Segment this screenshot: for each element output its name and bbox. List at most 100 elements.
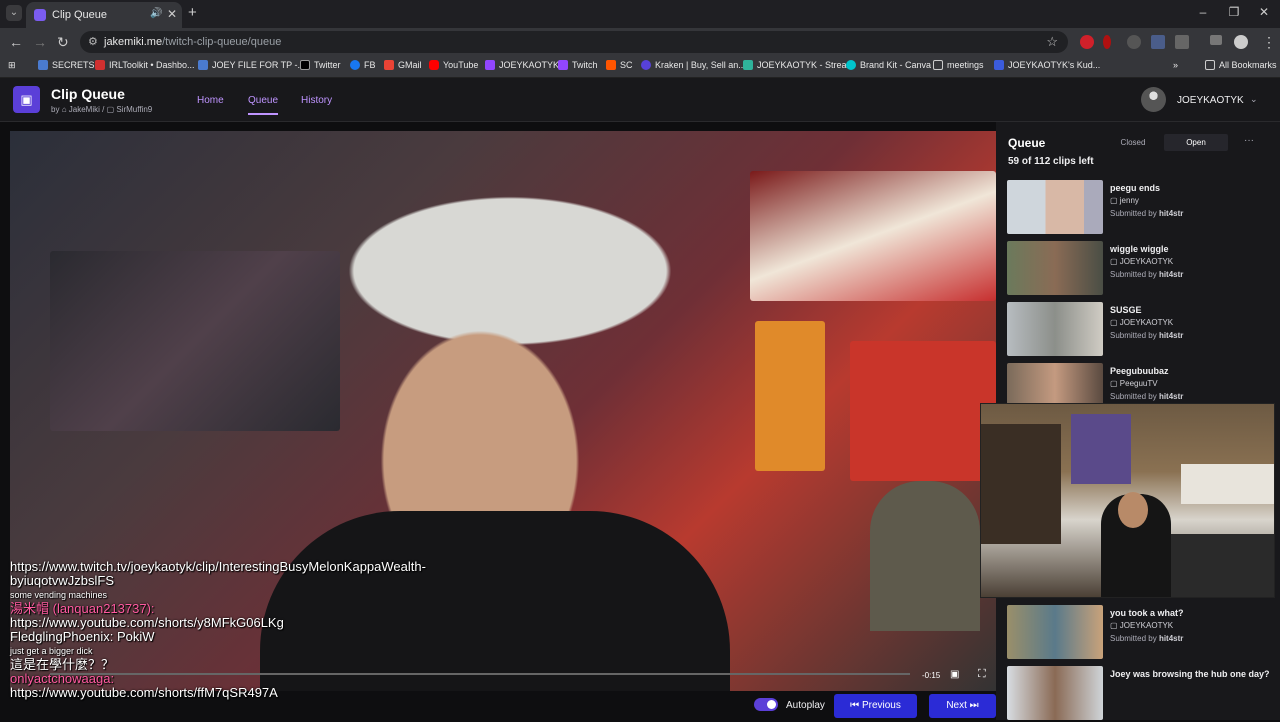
- bookmark-brand-kit[interactable]: Brand Kit - Canva: [846, 60, 931, 70]
- address-bar[interactable]: ⚙ jakemiki.me/twitch-clip-queue/queue ☆: [80, 31, 1068, 53]
- bookmark-kraken[interactable]: Kraken | Buy, Sell an...: [641, 60, 746, 70]
- extension-badge-icon[interactable]: [1151, 35, 1165, 49]
- extension-paw-icon[interactable]: [1127, 35, 1141, 49]
- next-label: Next: [946, 700, 967, 711]
- browser-menu-icon[interactable]: ⋮: [1262, 34, 1276, 51]
- bookmark-youtube[interactable]: YouTube: [429, 60, 478, 70]
- webcam-desk: [1161, 534, 1274, 597]
- chat-line: some vending machines: [10, 590, 108, 600]
- apps-grid-icon[interactable]: ⊞: [8, 60, 16, 71]
- autoplay-label: Autoplay: [786, 700, 825, 711]
- bookmark-kudos[interactable]: JOEYKAOTYK's Kud...: [994, 60, 1100, 70]
- user-name[interactable]: JOEYKAOTYK: [1177, 95, 1244, 106]
- extension-red-icon[interactable]: [1080, 35, 1094, 49]
- bookmark-secrets[interactable]: SECRETS: [38, 60, 95, 70]
- bookmark-star-icon[interactable]: ☆: [1046, 34, 1058, 50]
- webcam-bookshelf: [981, 424, 1061, 544]
- bookmark-gmail[interactable]: GMail: [384, 60, 422, 70]
- bookmark-fb[interactable]: FB: [350, 60, 376, 70]
- tab-search-icon[interactable]: ⌄: [6, 5, 22, 21]
- tv-logo-icon[interactable]: ▣: [13, 86, 40, 113]
- app-credits: by ⌂ JakeMiki / ▢ SirMuffin9: [51, 105, 153, 114]
- toggle-knob: [767, 700, 776, 709]
- queue-closed-toggle[interactable]: Closed: [1102, 134, 1164, 151]
- site-info-icon[interactable]: ⚙: [88, 35, 98, 48]
- clip-title: you took a what?: [1110, 608, 1184, 618]
- bookmark-meetings[interactable]: meetings: [933, 60, 984, 70]
- bookmarks-bar: ⊞ SECRETS IRLToolkit • Dashbo... JOEY FI…: [0, 56, 1280, 78]
- minimize-icon[interactable]: –: [1193, 5, 1213, 19]
- player-controls: -0:15 ▣ ⛶: [10, 665, 996, 691]
- webcam-person-head: [1118, 492, 1148, 528]
- chevron-down-icon[interactable]: ⌄: [1250, 94, 1258, 105]
- more-bookmarks-icon[interactable]: »: [1173, 60, 1178, 70]
- previous-label: Previous: [861, 700, 901, 711]
- profile-avatar-icon[interactable]: [1234, 35, 1248, 49]
- canva-icon: [846, 60, 856, 70]
- clip-submitter: Submitted by hit4str: [1110, 270, 1184, 279]
- previous-icon: ⏮: [850, 700, 860, 711]
- queue-clip[interactable]: SUSGE ▢ JOEYKAOTYK Submitted by hit4str: [1007, 302, 1267, 358]
- clip-submitter: Submitted by hit4str: [1110, 209, 1184, 218]
- window-close-icon[interactable]: ✕: [1254, 5, 1274, 19]
- irltoolkit-icon: [95, 60, 105, 70]
- author-link-sirmuffin9[interactable]: SirMuffin9: [116, 105, 152, 114]
- speaker-icon[interactable]: 🔊: [150, 8, 162, 19]
- time-remaining: -0:15: [922, 671, 941, 680]
- channel-icon: ▢: [1110, 196, 1120, 205]
- autoplay-toggle[interactable]: [754, 698, 778, 711]
- queue-clip[interactable]: peegu ends ▢ jenny Submitted by hit4str: [1007, 180, 1267, 236]
- extensions-puzzle-icon[interactable]: [1175, 35, 1189, 49]
- close-tab-icon[interactable]: ✕: [167, 7, 177, 21]
- clips-left-count: 59 of 112 clips left: [1008, 156, 1094, 167]
- queue-clip[interactable]: Joey was browsing the hub one day?: [1007, 666, 1270, 722]
- queue-clip[interactable]: wiggle wiggle ▢ JOEYKAOTYK Submitted by …: [1007, 241, 1267, 297]
- bookmark-twitch[interactable]: Twitch: [558, 60, 598, 70]
- previous-button[interactable]: ⏮ Previous: [834, 694, 917, 718]
- soundcloud-icon: [606, 60, 616, 70]
- nav-queue[interactable]: Queue: [248, 95, 279, 115]
- nav-history[interactable]: History: [301, 95, 332, 106]
- clip-submitter: Submitted by hit4str: [1110, 634, 1184, 643]
- chat-icon: ▢: [106, 105, 115, 114]
- next-button[interactable]: Next ⏭: [929, 694, 996, 718]
- queue-title: Queue: [1008, 136, 1046, 150]
- reload-icon[interactable]: ↻: [57, 34, 69, 51]
- queue-clip[interactable]: you took a what? ▢ JOEYKAOTYK Submitted …: [1007, 605, 1267, 661]
- fullscreen-icon[interactable]: ⛶: [978, 668, 986, 681]
- doc-icon: [198, 60, 208, 70]
- bookmark-joeykaotyk-stream[interactable]: JOEYKAOTYK - Strea...: [743, 60, 854, 70]
- clip-channel: ▢ JOEYKAOTYK: [1110, 621, 1174, 630]
- new-tab-icon[interactable]: +: [188, 4, 197, 21]
- bookmark-sc[interactable]: SC: [606, 60, 633, 70]
- bookmark-joeykaotyk[interactable]: JOEYKAOTYK: [485, 60, 559, 70]
- video-yellow-banner: [755, 321, 825, 471]
- seek-bar[interactable]: [50, 673, 910, 675]
- folder-icon: [933, 60, 943, 70]
- folder-icon: [1205, 60, 1215, 70]
- bookmark-joey-file[interactable]: JOEY FILE FOR TP -...: [198, 60, 305, 70]
- clip-submitter: Submitted by hit4str: [1110, 392, 1184, 401]
- browser-tab[interactable]: Clip Queue 🔊 ✕: [26, 2, 182, 28]
- twitch-icon: [485, 60, 495, 70]
- author-link-jakemiki[interactable]: JakeMiki: [69, 105, 100, 114]
- picture-in-picture-icon[interactable]: ▣: [950, 669, 959, 680]
- more-options-icon[interactable]: ···: [1244, 135, 1254, 146]
- bookmark-irltoolkit[interactable]: IRLToolkit • Dashbo...: [95, 60, 195, 70]
- back-icon[interactable]: ←: [9, 34, 23, 50]
- nav-home[interactable]: Home: [197, 95, 224, 106]
- all-bookmarks[interactable]: All Bookmarks: [1205, 60, 1277, 70]
- chat-line: https://www.youtube.com/shorts/y8MFkG06L…: [10, 615, 284, 630]
- kudos-icon: [994, 60, 1004, 70]
- user-avatar[interactable]: [1141, 87, 1166, 112]
- by-label: by: [51, 105, 60, 114]
- reading-list-icon[interactable]: [1210, 35, 1222, 45]
- bookmark-twitter[interactable]: Twitter: [300, 60, 341, 70]
- clip-channel: ▢ PeeguuTV: [1110, 379, 1158, 388]
- queue-open-toggle[interactable]: Open: [1164, 134, 1228, 151]
- maximize-icon[interactable]: ❐: [1224, 5, 1244, 19]
- clip-submitter: Submitted by hit4str: [1110, 331, 1184, 340]
- extension-flame-icon[interactable]: [1103, 35, 1111, 49]
- forward-icon[interactable]: →: [33, 34, 47, 50]
- channel-icon: ▢: [1110, 379, 1120, 388]
